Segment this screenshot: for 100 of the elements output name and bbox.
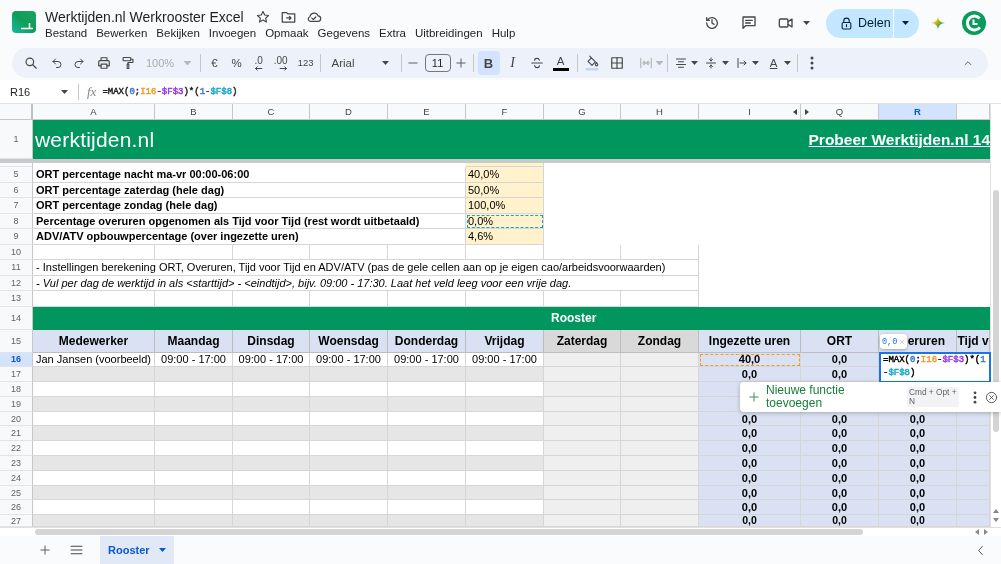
row-header[interactable]: 17 <box>0 367 33 383</box>
close-icon[interactable] <box>985 390 998 404</box>
column-header[interactable]: D <box>310 104 388 120</box>
more-icon[interactable] <box>973 390 977 404</box>
hidden-columns-icon[interactable] <box>792 109 810 115</box>
search-icon[interactable] <box>24 56 38 70</box>
column-header[interactable]: G <box>544 104 621 120</box>
menu-item[interactable]: Bewerken <box>96 26 148 41</box>
bold-button[interactable]: B <box>477 51 500 75</box>
formula-field[interactable]: =MAX(0;I16-$F$3)*(1-$F$8) <box>102 81 1001 102</box>
paint-roller-icon[interactable] <box>122 56 134 70</box>
menu-item[interactable]: Hulp <box>491 26 516 41</box>
table-cell: 0,0 <box>879 456 957 471</box>
borders-icon[interactable] <box>609 56 624 70</box>
menu-item[interactable]: Uitbreidingen <box>414 26 483 41</box>
fill-color-icon[interactable] <box>584 55 599 71</box>
video-camera-icon[interactable] <box>778 15 794 31</box>
number-format-button[interactable]: 123 <box>297 57 314 69</box>
vertical-align-icon[interactable] <box>704 56 717 70</box>
row-header[interactable]: 18 <box>0 382 33 397</box>
text-rotation-button[interactable]: A <box>767 57 780 69</box>
arrow-right-icon[interactable] <box>984 529 988 535</box>
avatar-icon[interactable] <box>962 11 986 35</box>
text-wrap-icon[interactable] <box>735 57 748 69</box>
column-header[interactable]: C <box>233 104 310 120</box>
document-title[interactable]: Werktijden.nl Werkrooster Excel <box>45 8 244 26</box>
row-header[interactable]: 1 <box>0 120 33 159</box>
sparkle-icon[interactable] <box>931 16 945 30</box>
row-header[interactable]: 5 <box>0 167 33 183</box>
menu-item[interactable]: Bekijken <box>156 26 200 41</box>
italic-button[interactable]: I <box>506 51 519 75</box>
percent-button[interactable]: % <box>231 57 242 69</box>
menu-icon[interactable] <box>70 545 83 555</box>
table-header: Woensdag <box>310 329 388 353</box>
share-menu-button[interactable] <box>894 8 919 38</box>
menu-item[interactable]: Opmaak <box>265 26 309 41</box>
cloud-icon[interactable] <box>305 10 322 24</box>
text-color-button[interactable]: A <box>552 55 569 71</box>
caret-icon[interactable] <box>751 61 759 65</box>
column-header[interactable]: H <box>621 104 699 120</box>
spreadsheet-logo-icon[interactable] <box>12 11 36 33</box>
star-icon[interactable] <box>255 10 270 24</box>
promo-link[interactable]: Probeer Werktijden.nl 14 <box>808 130 990 149</box>
currency-button[interactable]: € <box>211 57 218 69</box>
row-header[interactable]: 21 <box>0 426 33 442</box>
plus-icon[interactable] <box>40 545 50 555</box>
font-size-field[interactable]: 11 <box>424 54 451 72</box>
row-header[interactable]: 9 <box>0 229 33 245</box>
comment-icon[interactable] <box>741 15 757 31</box>
column-header[interactable]: B <box>155 104 233 120</box>
brand-logo[interactable]: werktijden.nl <box>35 127 155 152</box>
menu-item[interactable]: Bestand <box>45 26 88 41</box>
menu-item[interactable]: Invoegen <box>208 26 257 41</box>
row-header[interactable]: 14 <box>0 306 33 330</box>
arrow-left-icon[interactable] <box>975 529 979 535</box>
row-header[interactable]: 15 <box>0 329 33 353</box>
font-select[interactable]: Arial <box>331 57 389 69</box>
caret-icon[interactable] <box>803 21 810 25</box>
row-header[interactable]: 27 <box>0 515 33 528</box>
column-header[interactable]: Q <box>801 104 879 120</box>
row-header[interactable]: 13 <box>0 291 33 307</box>
menu-item[interactable]: Extra <box>379 26 406 41</box>
text-align-icon[interactable] <box>674 57 687 69</box>
strikethrough-icon[interactable] <box>529 56 544 70</box>
more-icon[interactable] <box>809 56 814 70</box>
column-header[interactable]: I <box>699 104 801 120</box>
name-box[interactable]: R16 <box>4 81 74 102</box>
decrease-decimals-button[interactable]: .0 <box>253 55 263 71</box>
history-icon[interactable] <box>704 15 720 31</box>
row-header[interactable]: 7 <box>0 198 33 214</box>
undo-icon[interactable] <box>51 57 63 69</box>
row-header[interactable]: 11 <box>0 260 33 276</box>
row-header[interactable]: 23 <box>0 456 33 471</box>
print-icon[interactable] <box>97 56 111 70</box>
row-header[interactable]: 22 <box>0 441 33 457</box>
caret-icon[interactable] <box>721 61 729 65</box>
column-header[interactable]: F <box>466 104 544 120</box>
column-header[interactable]: A <box>33 104 155 120</box>
redo-icon[interactable] <box>73 57 85 69</box>
share-button[interactable]: Delen <box>826 8 893 38</box>
plus-icon[interactable] <box>455 58 466 68</box>
horizontal-scrollbar[interactable] <box>35 529 863 535</box>
row-header[interactable]: 26 <box>0 500 33 516</box>
add-function-link[interactable]: Nieuwe functie toevoegen <box>766 384 856 410</box>
caret-icon[interactable] <box>783 61 791 65</box>
folder-icon[interactable] <box>280 10 296 24</box>
column-header[interactable]: R <box>879 104 957 120</box>
table-header: Tijd v <box>957 329 990 353</box>
column-header[interactable]: E <box>388 104 466 120</box>
arrow-up-icon[interactable] <box>993 509 999 513</box>
chevron-left-icon[interactable] <box>977 544 984 556</box>
caret-icon[interactable] <box>690 61 698 65</box>
sheet-tab[interactable]: Rooster <box>100 536 174 564</box>
increase-decimals-button[interactable]: .00 <box>273 55 288 71</box>
chevron-up-icon[interactable] <box>963 58 973 68</box>
menu-item[interactable]: Gegevens <box>317 26 371 41</box>
arrow-down-icon[interactable] <box>993 518 999 522</box>
cell-editor[interactable]: =MAX(0;I16-$F$3)*(1 -$F$8) <box>879 352 991 383</box>
caret-icon[interactable] <box>158 548 166 552</box>
plus-icon[interactable] <box>749 392 759 402</box>
